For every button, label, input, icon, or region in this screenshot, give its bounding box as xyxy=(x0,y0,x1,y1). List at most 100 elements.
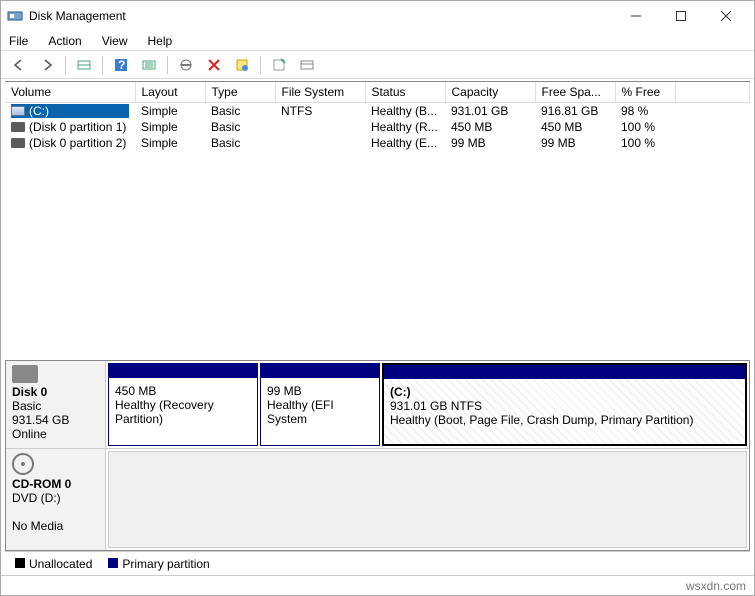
cell-free: 450 MB xyxy=(535,119,615,135)
cell-pct: 100 % xyxy=(615,135,675,151)
new-button[interactable] xyxy=(267,54,291,76)
cell-capacity: 931.01 GB xyxy=(445,103,535,120)
part3-name: (C:) xyxy=(390,385,411,399)
hdd-icon xyxy=(11,138,25,148)
swatch-black xyxy=(15,558,25,568)
legend-primary: Primary partition xyxy=(108,557,209,571)
table-row[interactable]: (Disk 0 partition 1) SimpleBasic Healthy (… xyxy=(5,119,750,135)
cell-layout: Simple xyxy=(135,103,205,120)
app-icon xyxy=(7,8,23,24)
cell-type: Basic xyxy=(205,103,275,120)
settings-button[interactable] xyxy=(72,54,96,76)
close-button[interactable] xyxy=(703,2,748,30)
menu-action[interactable]: Action xyxy=(46,32,83,50)
col-layout[interactable]: Layout xyxy=(135,82,205,103)
cell-status: Healthy (B... xyxy=(365,103,445,120)
partition-efi[interactable]: 99 MB Healthy (EFI System xyxy=(260,363,380,446)
partition-recovery[interactable]: 450 MB Healthy (Recovery Partition) xyxy=(108,363,258,446)
disk-icon xyxy=(12,365,38,383)
cell-free: 916.81 GB xyxy=(535,103,615,120)
cdrom-state: No Media xyxy=(12,519,63,533)
partition-stripe xyxy=(384,365,745,379)
separator xyxy=(65,56,66,74)
disk0-state: Online xyxy=(12,427,47,441)
properties-button[interactable] xyxy=(230,54,254,76)
menu-file[interactable]: File xyxy=(7,32,30,50)
part2-status: Healthy (EFI System xyxy=(267,398,334,426)
volume-cell: (C:) xyxy=(11,104,129,118)
disk0-title: Disk 0 xyxy=(12,385,47,399)
refresh-button[interactable] xyxy=(137,54,161,76)
legend: Unallocated Primary partition xyxy=(5,551,750,575)
cdrom-label[interactable]: CD-ROM 0 DVD (D:) No Media xyxy=(6,449,106,550)
part3-size: 931.01 GB NTFS xyxy=(390,399,482,413)
window-title: Disk Management xyxy=(29,9,613,23)
table-row[interactable]: (Disk 0 partition 2)SimpleBasicHealthy (… xyxy=(5,135,750,151)
cdrom-partitions xyxy=(106,449,749,550)
cell-fs xyxy=(275,119,365,135)
volume-list-pane: Volume Layout Type File System Status Ca… xyxy=(5,81,750,361)
disk0-size: 931.54 GB xyxy=(12,413,69,427)
col-filesystem[interactable]: File System xyxy=(275,82,365,103)
disk0-label[interactable]: Disk 0 Basic 931.54 GB Online xyxy=(6,361,106,448)
separator xyxy=(102,56,103,74)
cell-capacity: 99 MB xyxy=(445,135,535,151)
cell-pct: 98 % xyxy=(615,103,675,120)
toolbar: ? xyxy=(1,51,754,79)
rescan-button[interactable] xyxy=(174,54,198,76)
cell-type: Basic xyxy=(205,119,275,135)
volume-cell: (Disk 0 partition 2) xyxy=(11,136,129,150)
table-row[interactable]: (C:) SimpleBasicNTFSHealthy (B...931.01 G… xyxy=(5,103,750,120)
volume-name: (Disk 0 partition 2) xyxy=(29,136,126,150)
delete-button[interactable] xyxy=(202,54,226,76)
cdrom-title: CD-ROM 0 xyxy=(12,477,71,491)
drive-icon xyxy=(11,106,25,116)
col-status[interactable]: Status xyxy=(365,82,445,103)
disk0-partitions: 450 MB Healthy (Recovery Partition) 99 M… xyxy=(106,361,749,448)
cell-capacity: 450 MB xyxy=(445,119,535,135)
col-free-space[interactable]: Free Spa... xyxy=(535,82,615,103)
part1-status: Healthy (Recovery Partition) xyxy=(115,398,214,426)
volume-table[interactable]: Volume Layout Type File System Status Ca… xyxy=(5,82,750,151)
menu-bar: File Action View Help xyxy=(1,31,754,51)
separator xyxy=(167,56,168,74)
volume-name: (C:) xyxy=(29,104,49,118)
table-header-row: Volume Layout Type File System Status Ca… xyxy=(5,82,750,103)
part3-status: Healthy (Boot, Page File, Crash Dump, Pr… xyxy=(390,413,693,427)
col-type[interactable]: Type xyxy=(205,82,275,103)
disk0-type: Basic xyxy=(12,399,41,413)
disk-row-cdrom[interactable]: CD-ROM 0 DVD (D:) No Media xyxy=(6,449,749,550)
menu-view[interactable]: View xyxy=(100,32,130,50)
partition-c[interactable]: (C:) 931.01 GB NTFS Healthy (Boot, Page … xyxy=(382,363,747,446)
cdrom-icon xyxy=(12,453,34,475)
maximize-button[interactable] xyxy=(658,2,703,30)
forward-button[interactable] xyxy=(35,54,59,76)
help-button[interactable]: ? xyxy=(109,54,133,76)
cell-free: 99 MB xyxy=(535,135,615,151)
col-volume[interactable]: Volume xyxy=(5,82,135,103)
cell-fs xyxy=(275,135,365,151)
minimize-button[interactable] xyxy=(613,2,658,30)
cell-status: Healthy (E... xyxy=(365,135,445,151)
cell-pct: 100 % xyxy=(615,119,675,135)
part2-size: 99 MB xyxy=(267,384,302,398)
cdrom-empty xyxy=(108,451,747,548)
menu-help[interactable]: Help xyxy=(146,32,175,50)
volume-name: (Disk 0 partition 1) xyxy=(29,120,126,134)
hdd-icon xyxy=(11,122,25,132)
disk-row-disk0[interactable]: Disk 0 Basic 931.54 GB Online 450 MB Hea… xyxy=(6,361,749,449)
col-capacity[interactable]: Capacity xyxy=(445,82,535,103)
partition-stripe xyxy=(109,364,257,378)
cell-type: Basic xyxy=(205,135,275,151)
cell-fs: NTFS xyxy=(275,103,365,120)
col-pct-free[interactable]: % Free xyxy=(615,82,675,103)
svg-text:?: ? xyxy=(118,58,125,72)
cell-status: Healthy (R... xyxy=(365,119,445,135)
footer: wsxdn.com xyxy=(1,575,754,595)
title-bar: Disk Management xyxy=(1,1,754,31)
attribution: wsxdn.com xyxy=(686,579,746,593)
disk-graphical-pane: Disk 0 Basic 931.54 GB Online 450 MB Hea… xyxy=(5,361,750,551)
list-button[interactable] xyxy=(295,54,319,76)
back-button[interactable] xyxy=(7,54,31,76)
cell-layout: Simple xyxy=(135,119,205,135)
